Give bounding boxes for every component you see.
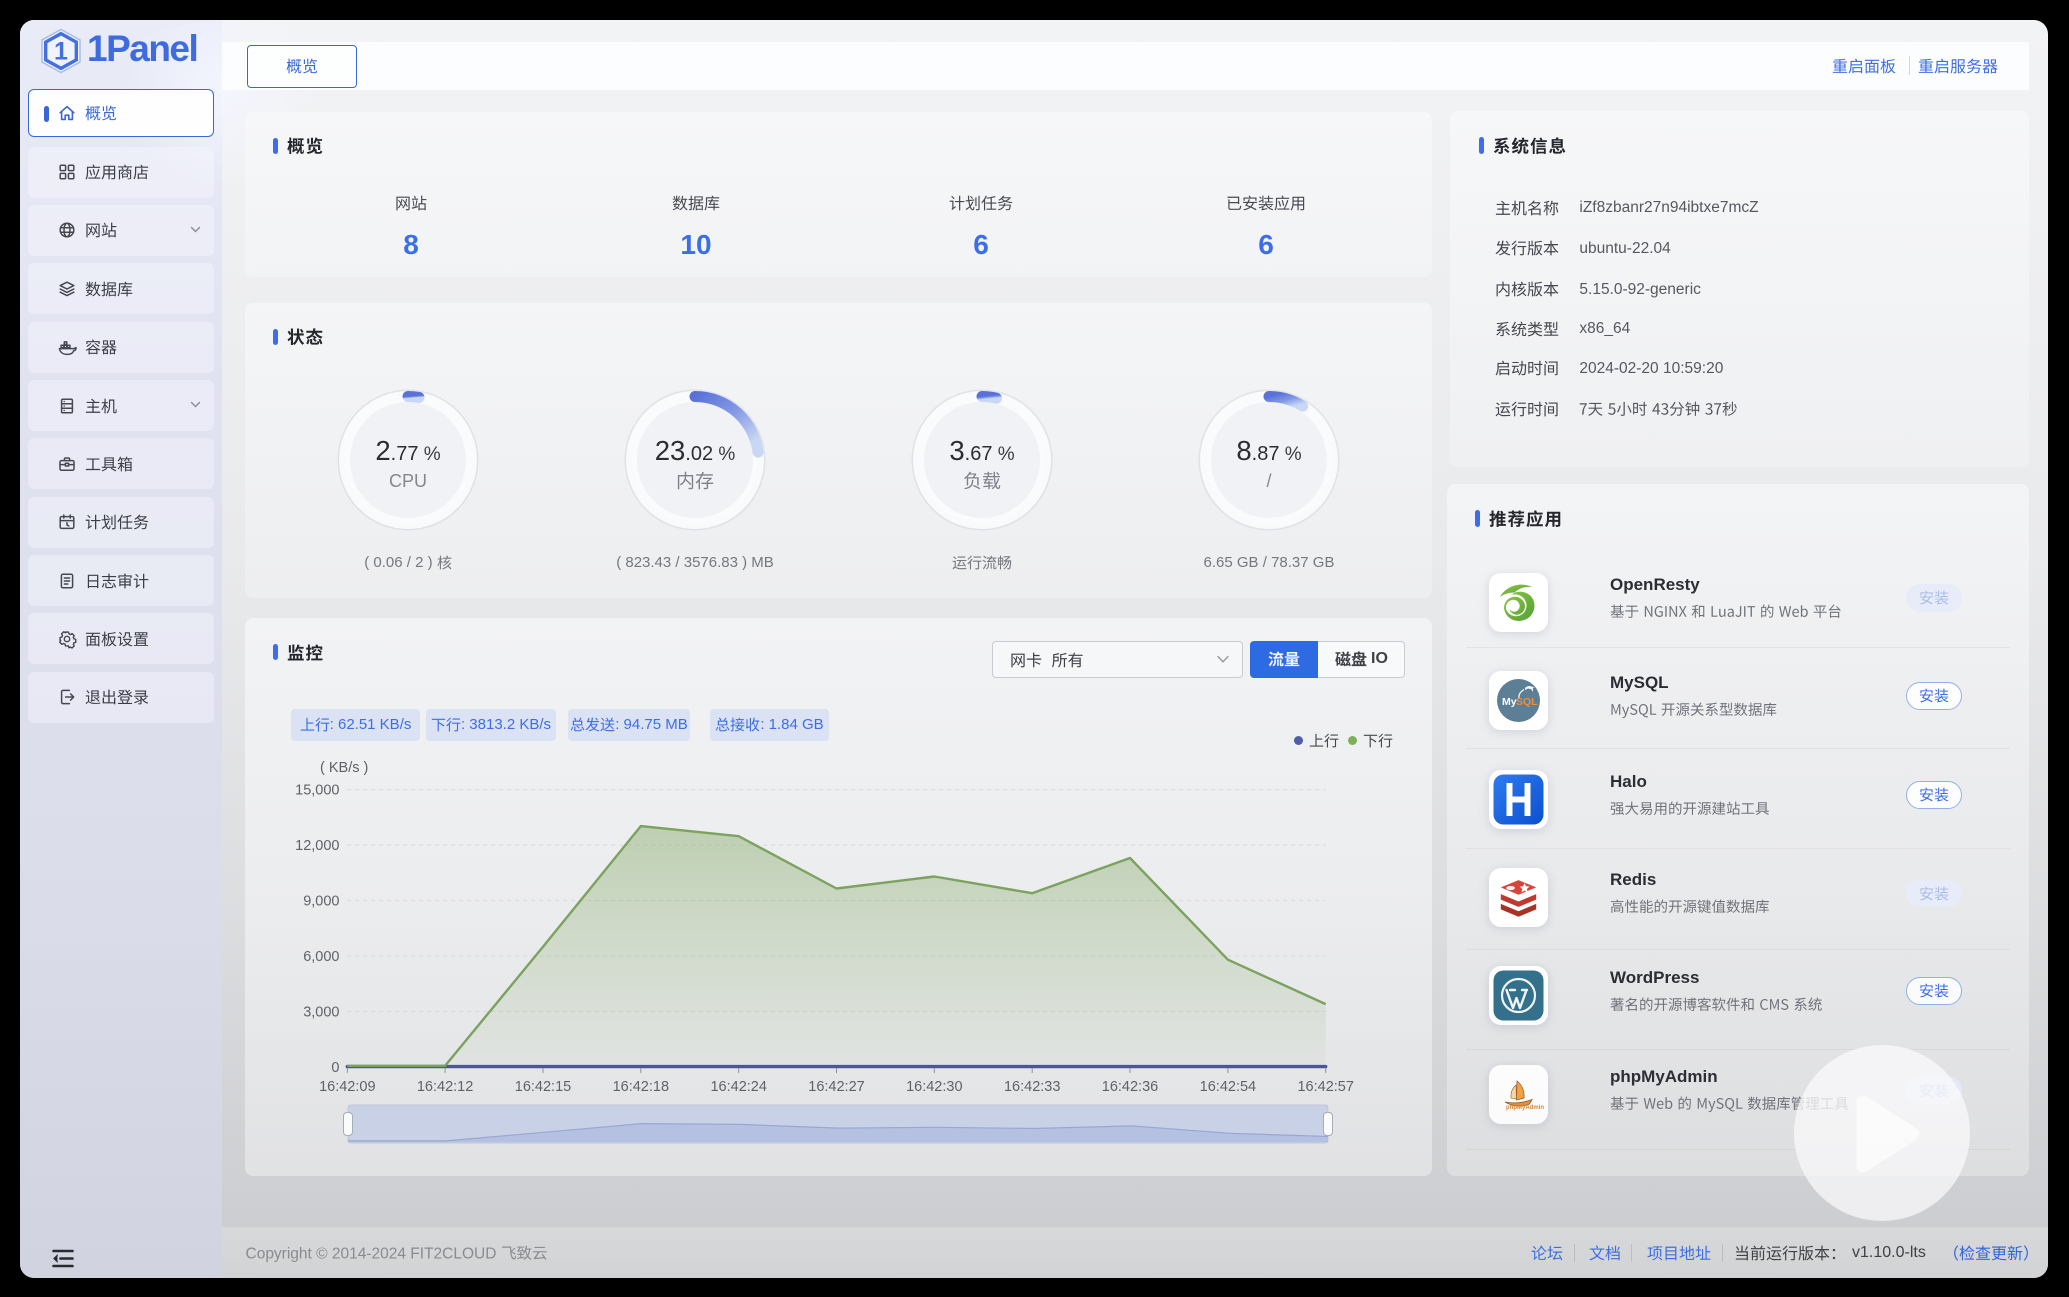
svg-text:16:42:36: 16:42:36 — [1102, 1079, 1158, 1095]
svg-text:16:42:18: 16:42:18 — [613, 1079, 669, 1095]
svg-text:0: 0 — [331, 1060, 339, 1076]
svg-text:16:42:33: 16:42:33 — [1004, 1079, 1060, 1095]
svg-text:16:42:27: 16:42:27 — [808, 1079, 864, 1095]
svg-text:16:42:24: 16:42:24 — [710, 1079, 766, 1095]
svg-text:16:42:54: 16:42:54 — [1200, 1079, 1256, 1095]
svg-text:6,000: 6,000 — [303, 949, 339, 965]
svg-text:15,000: 15,000 — [295, 783, 339, 799]
svg-text:My: My — [1502, 696, 1517, 708]
svg-text:16:42:57: 16:42:57 — [1297, 1079, 1353, 1095]
svg-text:16:42:15: 16:42:15 — [515, 1079, 571, 1095]
svg-text:1: 1 — [54, 38, 68, 66]
svg-text:16:42:09: 16:42:09 — [319, 1079, 375, 1095]
svg-text:SQL: SQL — [1516, 696, 1538, 708]
svg-text:9,000: 9,000 — [303, 894, 339, 910]
svg-text:( KB/s ): ( KB/s ) — [320, 760, 368, 776]
svg-text:12,000: 12,000 — [295, 838, 339, 854]
svg-text:16:42:12: 16:42:12 — [417, 1079, 473, 1095]
svg-text:3,000: 3,000 — [303, 1005, 339, 1021]
svg-text:16:42:30: 16:42:30 — [906, 1079, 962, 1095]
svg-text:phpMyAdmin: phpMyAdmin — [1506, 1105, 1544, 1111]
